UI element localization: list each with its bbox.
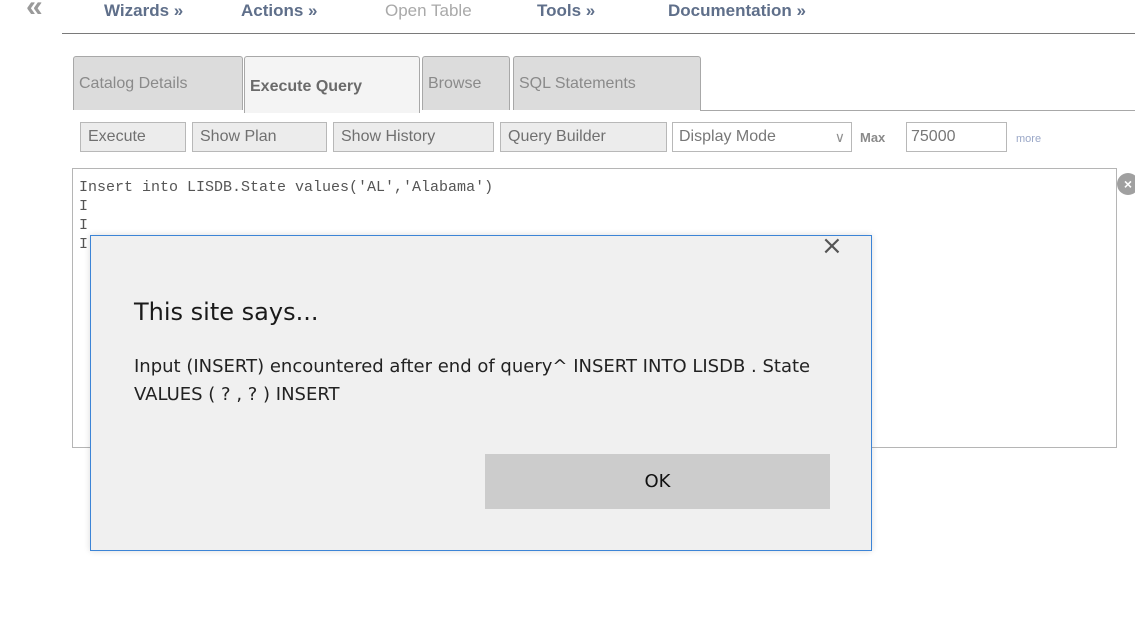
top-menubar: Wizards » Actions » Open Table Tools » D… — [62, 0, 1135, 34]
query-line: I — [79, 198, 89, 215]
menu-item-actions[interactable]: Actions » — [241, 1, 318, 21]
tab-catalog-details[interactable]: Catalog Details — [73, 56, 243, 110]
display-mode-value: Display Mode — [679, 128, 776, 145]
display-mode-select[interactable]: Display Mode ∨ — [672, 122, 852, 152]
show-history-button[interactable]: Show History — [333, 122, 494, 152]
menu-item-open-table: Open Table — [385, 1, 472, 20]
execute-button[interactable]: Execute — [80, 122, 186, 152]
query-line: Insert into LISDB.State values('AL','Ala… — [79, 179, 494, 196]
query-line: I — [79, 217, 89, 234]
menu-item-tools[interactable]: Tools » — [537, 1, 595, 21]
app-page: « Wizards » Actions » Open Table Tools »… — [0, 0, 1135, 619]
max-rows-input[interactable]: 75000 — [906, 122, 1007, 152]
clear-query-icon[interactable]: × — [1117, 173, 1135, 195]
query-line: I — [79, 236, 89, 253]
menu-item-documentation[interactable]: Documentation » — [668, 1, 806, 21]
tab-sql-statements[interactable]: SQL Statements — [513, 56, 701, 110]
show-plan-button[interactable]: Show Plan — [192, 122, 327, 152]
dialog-message: Input (INSERT) encountered after end of … — [134, 356, 811, 405]
chevron-down-icon: ∨ — [834, 129, 845, 145]
tab-browse[interactable]: Browse — [422, 56, 510, 110]
ok-button[interactable]: OK — [485, 454, 830, 509]
collapse-menu-icon[interactable]: « — [26, 0, 43, 22]
more-options-link[interactable]: more — [1016, 133, 1041, 145]
dialog-title: This site says... — [134, 298, 319, 326]
alert-dialog: × This site says... Input (INSERT) encou… — [90, 231, 872, 551]
menu-item-wizards[interactable]: Wizards » — [104, 1, 183, 21]
query-builder-button[interactable]: Query Builder — [500, 122, 667, 152]
tab-execute-query[interactable]: Execute Query — [244, 56, 420, 113]
close-icon[interactable]: × — [821, 231, 843, 261]
max-rows-label: Max — [860, 130, 886, 145]
tab-bar-divider — [700, 110, 1135, 111]
